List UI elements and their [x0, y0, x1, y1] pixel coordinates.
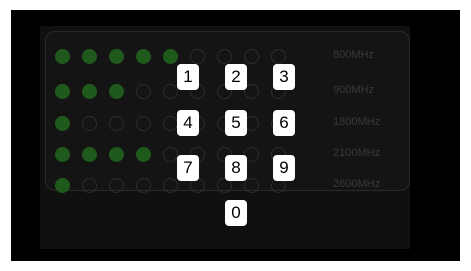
signal-dot-on	[55, 178, 70, 193]
signal-dot-on	[109, 49, 124, 64]
signal-dot-off	[163, 84, 178, 99]
signal-dot-on	[82, 49, 97, 64]
signal-dot-on	[136, 49, 151, 64]
signal-dot-on	[109, 147, 124, 162]
signal-dot-off	[163, 116, 178, 131]
key-7[interactable]: 7	[177, 155, 199, 181]
signal-dot-off	[109, 116, 124, 131]
signal-dot-on	[55, 116, 70, 131]
signal-dot-off	[244, 178, 259, 193]
signal-dot-on	[163, 49, 178, 64]
key-5[interactable]: 5	[225, 110, 247, 136]
band-label: 2100MHz	[333, 147, 381, 159]
key-0[interactable]: 0	[225, 200, 247, 226]
key-1[interactable]: 1	[177, 64, 199, 90]
signal-dot-off	[271, 49, 286, 64]
key-2[interactable]: 2	[225, 64, 247, 90]
signal-dot-on	[55, 147, 70, 162]
signal-dot-off	[136, 178, 151, 193]
signal-dot-off	[109, 178, 124, 193]
signal-dot-on	[109, 84, 124, 99]
signal-dot-on	[55, 84, 70, 99]
signal-dot-on	[82, 84, 97, 99]
band-label: 900MHz	[333, 84, 374, 96]
signal-dot-off	[190, 49, 205, 64]
signal-dot-off	[163, 178, 178, 193]
band-label: 2600MHz	[333, 178, 381, 190]
signal-dot-off	[82, 178, 97, 193]
signal-dot-off	[244, 49, 259, 64]
signal-dot-on	[55, 49, 70, 64]
signal-dot-on	[136, 147, 151, 162]
key-3[interactable]: 3	[273, 64, 295, 90]
key-8[interactable]: 8	[225, 155, 247, 181]
key-4[interactable]: 4	[177, 110, 199, 136]
signal-dot-on	[82, 147, 97, 162]
band-label: 800MHz	[333, 49, 374, 61]
signal-dot-off	[217, 49, 232, 64]
signal-dot-off	[136, 84, 151, 99]
signal-dot-off	[82, 116, 97, 131]
signal-dot-off	[136, 116, 151, 131]
signal-dot-off	[163, 147, 178, 162]
key-6[interactable]: 6	[273, 110, 295, 136]
band-label: 1800MHz	[333, 116, 381, 128]
key-9[interactable]: 9	[273, 155, 295, 181]
